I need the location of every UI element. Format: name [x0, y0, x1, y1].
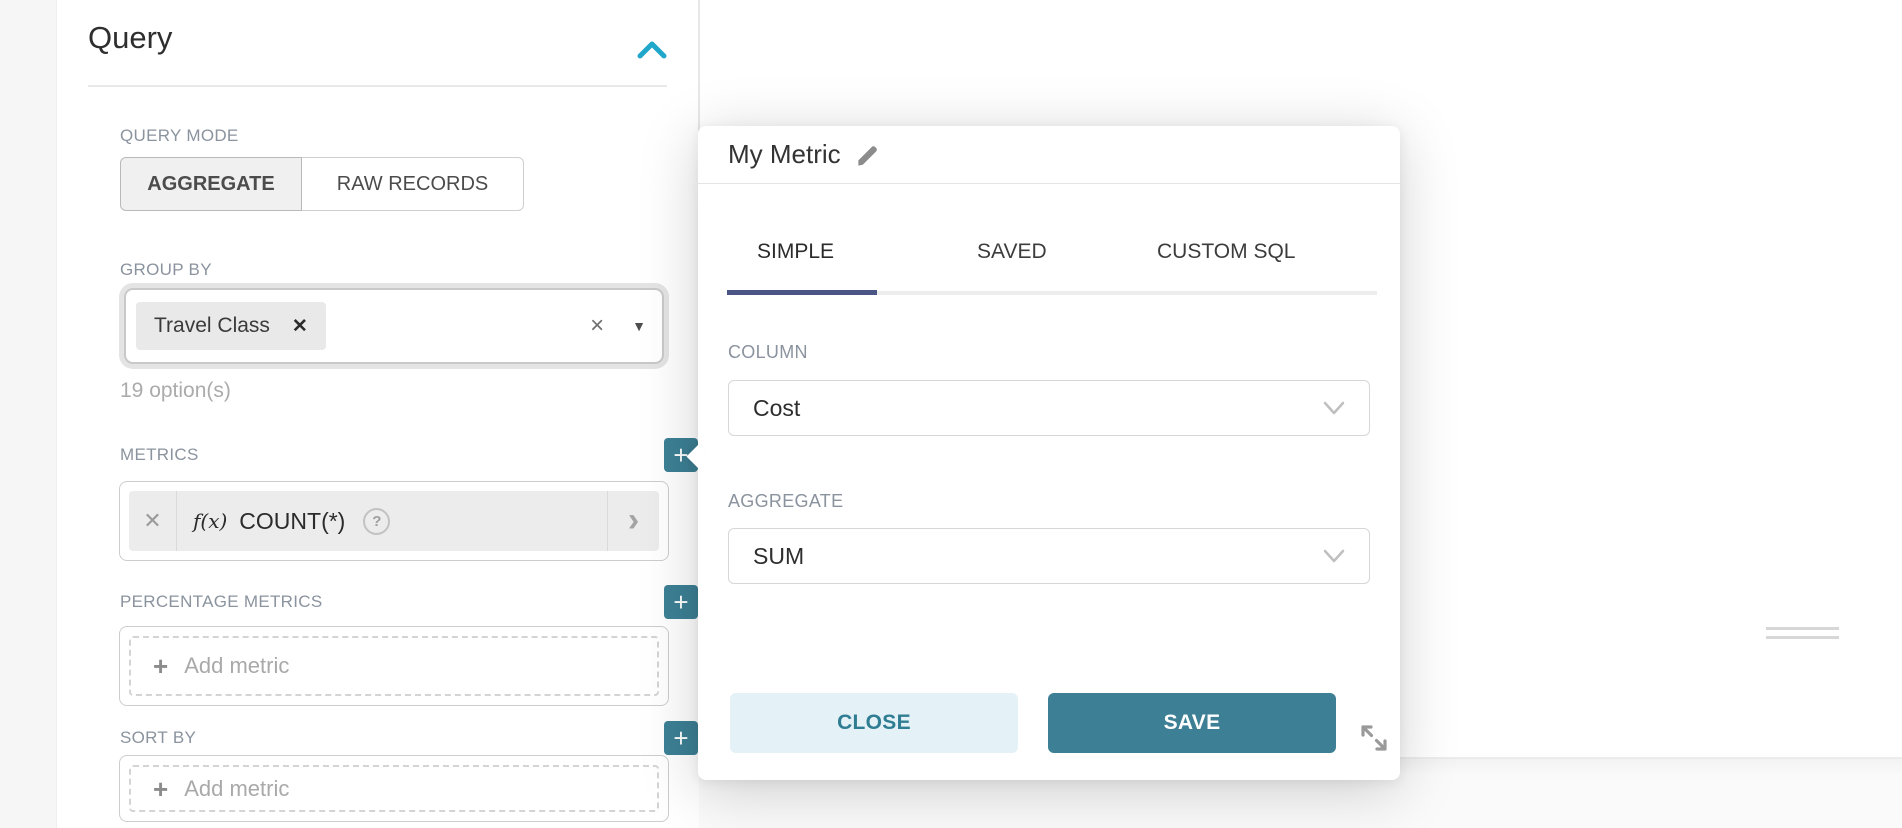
panel-resize-handle[interactable]: [1766, 627, 1839, 640]
chevron-down-icon: [1323, 549, 1345, 563]
chevron-down-icon: [1323, 401, 1345, 415]
add-percentage-metric-dropzone[interactable]: + Add metric: [129, 636, 659, 696]
add-metric-placeholder: Add metric: [184, 776, 289, 802]
query-mode-toggle: AGGREGATE RAW RECORDS: [120, 157, 524, 211]
metrics-field: ✕ f(x) COUNT(*) ? ›: [119, 481, 669, 561]
column-label: COLUMN: [728, 342, 808, 363]
query-mode-label: QUERY MODE: [120, 126, 239, 146]
close-button[interactable]: CLOSE: [730, 693, 1018, 753]
tab-simple[interactable]: SIMPLE: [757, 240, 834, 264]
metric-name: COUNT(*): [239, 508, 345, 535]
help-icon[interactable]: ?: [363, 508, 390, 535]
active-tab-underline: [727, 290, 877, 295]
add-sort-metric-button[interactable]: +: [664, 721, 698, 755]
select-caret-down-icon[interactable]: ▼: [632, 318, 646, 334]
metrics-label: METRICS: [120, 445, 199, 465]
add-metric-placeholder: Add metric: [184, 653, 289, 679]
tag-remove-icon[interactable]: ✕: [292, 315, 308, 338]
metric-expand-chevron-icon[interactable]: ›: [607, 491, 659, 551]
group-by-select[interactable]: Travel Class ✕ × ▼: [124, 288, 664, 364]
aggregate-select[interactable]: SUM: [728, 528, 1370, 584]
tab-custom-sql[interactable]: CUSTOM SQL: [1157, 240, 1295, 264]
aggregate-label: AGGREGATE: [728, 491, 843, 512]
plus-icon: +: [153, 653, 168, 679]
plus-icon: +: [153, 776, 168, 802]
metric-pill-count[interactable]: ✕ f(x) COUNT(*) ? ›: [129, 491, 659, 551]
sort-by-label: SORT BY: [120, 728, 196, 748]
group-by-tag-label: Travel Class: [154, 314, 270, 338]
left-gutter: [0, 0, 57, 828]
query-mode-aggregate-button[interactable]: AGGREGATE: [120, 157, 302, 211]
sort-by-field: + Add metric: [119, 755, 669, 822]
query-section-title: Query: [88, 20, 172, 56]
add-sort-metric-dropzone[interactable]: + Add metric: [129, 765, 659, 812]
query-section-divider: [88, 85, 667, 87]
add-percentage-metric-button[interactable]: +: [664, 585, 698, 619]
tab-bar-rail: [877, 291, 1377, 295]
explore-screen: Query QUERY MODE AGGREGATE RAW RECORDS G…: [0, 0, 1902, 828]
aggregate-value: SUM: [753, 543, 804, 570]
edit-pencil-icon[interactable]: [855, 141, 882, 168]
function-icon: f(x): [193, 509, 227, 533]
save-button[interactable]: SAVE: [1048, 693, 1336, 753]
select-clear-icon[interactable]: ×: [590, 314, 604, 338]
query-mode-raw-records-button[interactable]: RAW RECORDS: [302, 157, 524, 211]
popover-header: My Metric: [698, 126, 1400, 184]
chevron-up-icon[interactable]: [637, 39, 667, 61]
group-by-options-count: 19 option(s): [120, 379, 231, 403]
group-by-label: GROUP BY: [120, 260, 212, 280]
percentage-metrics-field: + Add metric: [119, 626, 669, 706]
metric-remove-icon[interactable]: ✕: [129, 491, 177, 551]
metric-editor-popover: My Metric SIMPLE SAVED CUSTOM SQL COLUMN…: [698, 126, 1400, 780]
group-by-tag[interactable]: Travel Class ✕: [136, 302, 326, 350]
tab-saved[interactable]: SAVED: [977, 240, 1047, 264]
column-value: Cost: [753, 395, 800, 422]
resize-expand-icon[interactable]: [1359, 723, 1389, 753]
resize-handle-bar: [1766, 627, 1839, 630]
percentage-metrics-label: PERCENTAGE METRICS: [120, 592, 323, 612]
resize-handle-bar: [1766, 636, 1839, 639]
column-select[interactable]: Cost: [728, 380, 1370, 436]
metric-title: My Metric: [728, 139, 841, 170]
